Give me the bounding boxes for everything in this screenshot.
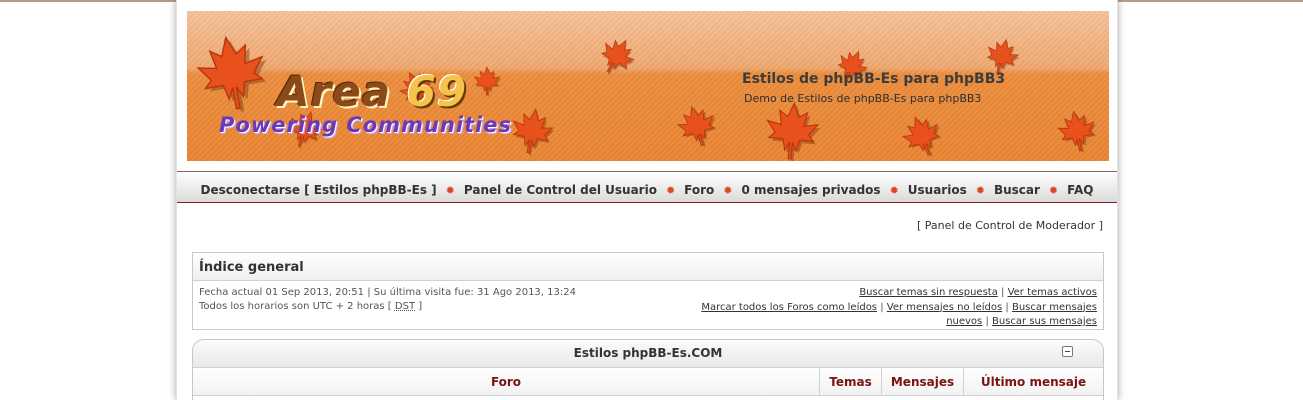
collapse-icon[interactable] xyxy=(1062,346,1073,357)
index-info-box: Índice general Fecha actual 01 Sep 2013,… xyxy=(192,252,1104,330)
site-logo[interactable]: Area 69 xyxy=(277,67,467,116)
timezone-suffix: ] xyxy=(418,301,423,312)
maple-leaf-icon: ✹ xyxy=(723,183,733,197)
forum-category: Estilos phpBB-Es.COM Foro Temas Mensajes… xyxy=(192,339,1104,400)
table-row xyxy=(193,396,1103,400)
link-new-posts[interactable]: Buscar mensajes xyxy=(1012,302,1097,313)
site-title: Estilos de phpBB-Es para phpBB3 xyxy=(742,71,1006,87)
nav-private-messages[interactable]: 0 mensajes privados xyxy=(742,183,881,197)
moderator-panel-link[interactable]: Panel de Control de Moderador xyxy=(925,219,1095,232)
nav-logout[interactable]: Desconectarse [ Estilos phpBB-Es ] xyxy=(201,183,437,197)
quick-links: Buscar temas sin respuesta | Ver temas a… xyxy=(701,287,1097,327)
nav-members[interactable]: Usuarios xyxy=(908,183,967,197)
timezone-info: Todos los horarios son UTC + 2 horas [ D… xyxy=(199,300,576,314)
main-navbar: Desconectarse [ Estilos phpBB-Es ] ✹ Pan… xyxy=(177,171,1117,203)
nav-user-control-panel[interactable]: Panel de Control del Usuario xyxy=(464,183,657,197)
moderator-panel-link-wrapper: [ Panel de Control de Moderador ] xyxy=(917,219,1103,232)
dst-abbr: DST xyxy=(394,301,416,312)
nav-forum[interactable]: Foro xyxy=(684,183,714,197)
nav-search[interactable]: Buscar xyxy=(994,183,1040,197)
logo-tagline: Powering Communities xyxy=(219,113,512,137)
category-title[interactable]: Estilos phpBB-Es.COM xyxy=(574,346,723,360)
nav-faq[interactable]: FAQ xyxy=(1067,183,1093,197)
site-description: Demo de Estilos de phpBB-Es para phpBB3 xyxy=(744,92,982,105)
link-active-topics[interactable]: Ver temas activos xyxy=(1008,287,1097,298)
link-unanswered-topics[interactable]: Buscar temas sin respuesta xyxy=(859,287,998,298)
session-info: Fecha actual 01 Sep 2013, 20:51 | Su últ… xyxy=(199,286,576,314)
category-header: Estilos phpBB-Es.COM xyxy=(193,340,1103,368)
page-container: Area 69 Powering Communities Estilos de … xyxy=(176,0,1118,400)
maple-leaf-icon: ✹ xyxy=(889,183,899,197)
timezone-prefix: Todos los horarios son UTC + 2 horas [ xyxy=(199,301,392,312)
link-unread-posts[interactable]: Ver mensajes no leídos xyxy=(887,302,1002,313)
column-topics: Temas xyxy=(819,368,881,395)
maple-leaf-icon: ✹ xyxy=(445,183,455,197)
maple-leaf-icon: ✹ xyxy=(665,183,676,197)
maple-leaf-icon: ✹ xyxy=(975,183,985,197)
logo-number: 69 xyxy=(406,67,468,116)
current-date: Fecha actual 01 Sep 2013, 20:51 | Su últ… xyxy=(199,287,576,298)
link-own-posts[interactable]: Buscar sus mensajes xyxy=(992,316,1097,327)
logo-main-text: Area xyxy=(277,67,392,116)
column-posts: Mensajes xyxy=(881,368,963,395)
column-last-post: Último mensaje xyxy=(963,368,1103,395)
maple-leaf-icon: ✹ xyxy=(1048,183,1059,197)
site-banner: Area 69 Powering Communities Estilos de … xyxy=(187,11,1109,161)
column-forum: Foro xyxy=(490,375,522,389)
link-mark-forums-read[interactable]: Marcar todos los Foros como leídos xyxy=(701,302,877,313)
forum-table-header: Foro Temas Mensajes Último mensaje xyxy=(193,368,1103,396)
link-new-posts-cont[interactable]: nuevos xyxy=(946,316,982,327)
index-title: Índice general xyxy=(193,253,1103,281)
